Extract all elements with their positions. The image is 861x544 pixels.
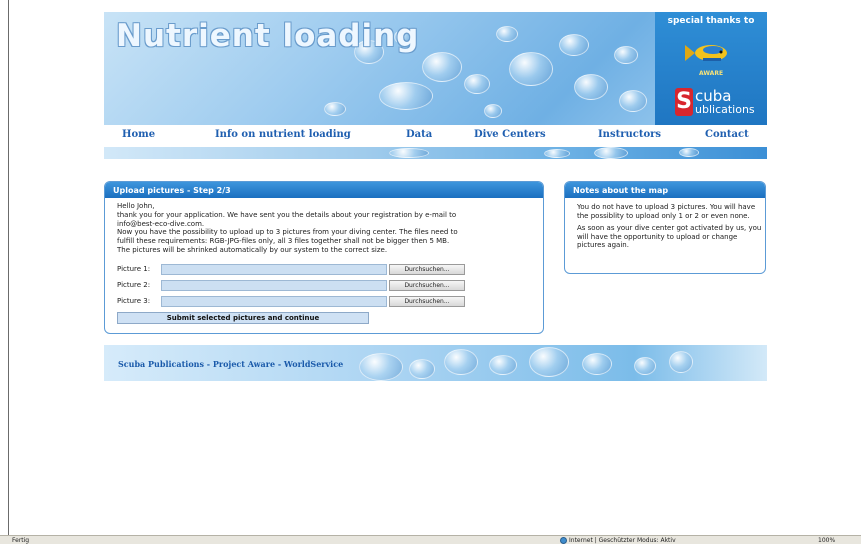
footer-text: Scuba Publications - Project Aware - Wor… <box>118 359 344 369</box>
greeting-text: Hello John, <box>117 202 155 210</box>
status-text: Fertig <box>12 537 30 544</box>
instruction-line: fulfill these requirements: RGB-JPG-file… <box>117 237 450 246</box>
water-bubble-icon <box>389 148 429 158</box>
instruction-line: thank you for your application. We have … <box>117 210 457 219</box>
zoom-level[interactable]: 100% <box>818 537 835 544</box>
picture-2-browse-button[interactable]: Durchsuchen... <box>389 280 465 291</box>
picture-1-browse-button[interactable]: Durchsuchen... <box>389 264 465 275</box>
instruction-line: info@best-eco-dive.com. <box>117 219 205 228</box>
water-bubble-icon <box>509 52 553 86</box>
picture-2-row: Picture 2: Durchsuchen... <box>117 280 537 291</box>
upload-instructions: Hello John, thank you for your applicati… <box>117 202 541 255</box>
site-footer: Scuba Publications - Project Aware - Wor… <box>104 345 767 381</box>
nav-instructors[interactable]: Instructors <box>598 129 661 140</box>
scuba-publications-logo: S cuba ublications <box>675 88 755 118</box>
water-bubble-icon <box>464 74 490 94</box>
upload-pictures-panel: Upload pictures - Step 2/3 Hello John, t… <box>104 181 544 334</box>
water-bubble-icon <box>679 148 699 157</box>
water-bubble-icon <box>409 359 435 379</box>
notes-paragraph: You do not have to upload 3 pictures. Yo… <box>577 203 756 220</box>
notes-text: You do not have to upload 3 pictures. Yo… <box>577 203 763 254</box>
notes-panel-title: Notes about the map <box>565 182 765 198</box>
water-bubble-icon <box>484 104 502 118</box>
security-zone-text: Internet | Geschützter Modus: Aktiv <box>569 537 676 544</box>
instruction-line: Now you have the possibility to upload u… <box>117 228 458 237</box>
fish-logo-icon <box>685 45 727 61</box>
sponsor-panel: special thanks to AWARE S cuba ublicatio… <box>655 12 767 125</box>
picture-1-file-input[interactable] <box>161 264 387 275</box>
nav-info-nutrient-loading[interactable]: Info on nutrient loading <box>215 129 351 140</box>
water-bubble-icon <box>444 349 478 375</box>
site-title: Nutrient loading <box>116 18 420 54</box>
water-bubble-icon <box>619 90 647 112</box>
water-bubble-icon <box>529 347 569 377</box>
browser-status-bar: Fertig Internet | Geschützter Modus: Akt… <box>0 535 861 544</box>
water-bubble-icon <box>669 351 693 373</box>
water-bubble-icon <box>559 34 589 56</box>
sponsor-heading: special thanks to <box>667 16 755 26</box>
water-bubble-icon <box>379 82 433 110</box>
nav-contact[interactable]: Contact <box>705 129 749 140</box>
notes-panel: Notes about the map You do not have to u… <box>564 181 766 274</box>
instruction-line: The pictures will be shrinked automatica… <box>117 245 388 254</box>
globe-icon <box>560 537 567 544</box>
picture-3-row: Picture 3: Durchsuchen... <box>117 296 537 307</box>
water-bubble-icon <box>574 74 608 100</box>
picture-1-label: Picture 1: <box>117 265 151 273</box>
notes-paragraph: As soon as your dive center got activate… <box>577 224 762 250</box>
scuba-logo-word: cuba <box>695 87 732 105</box>
water-bubble-icon <box>496 26 518 42</box>
decorative-strip <box>104 147 767 159</box>
picture-1-row: Picture 1: Durchsuchen... <box>117 264 537 275</box>
water-bubble-icon <box>582 353 612 375</box>
upload-panel-title: Upload pictures - Step 2/3 <box>105 182 543 198</box>
site-header-banner: Nutrient loading special thanks to AWARE… <box>104 12 767 125</box>
water-bubble-icon <box>594 147 628 159</box>
water-bubble-icon <box>614 46 638 64</box>
nav-data[interactable]: Data <box>406 129 432 140</box>
water-bubble-icon <box>422 52 462 82</box>
scuba-logo-sub: ublications <box>695 103 755 116</box>
picture-2-file-input[interactable] <box>161 280 387 291</box>
picture-3-label: Picture 3: <box>117 297 151 305</box>
scuba-logo-letter: S <box>675 88 693 116</box>
water-bubble-icon <box>634 357 656 375</box>
water-bubble-icon <box>489 355 517 375</box>
water-bubble-icon <box>544 149 570 158</box>
main-navigation: Home Info on nutrient loading Data Dive … <box>104 125 767 147</box>
picture-3-browse-button[interactable]: Durchsuchen... <box>389 296 465 307</box>
water-bubble-icon <box>359 353 403 381</box>
picture-3-file-input[interactable] <box>161 296 387 307</box>
aware-label: AWARE <box>698 70 724 77</box>
water-bubble-icon <box>324 102 346 116</box>
submit-pictures-button[interactable]: Submit selected pictures and continue <box>117 312 369 324</box>
nav-home[interactable]: Home <box>122 129 155 140</box>
nav-dive-centers[interactable]: Dive Centers <box>474 129 546 140</box>
picture-2-label: Picture 2: <box>117 281 151 289</box>
